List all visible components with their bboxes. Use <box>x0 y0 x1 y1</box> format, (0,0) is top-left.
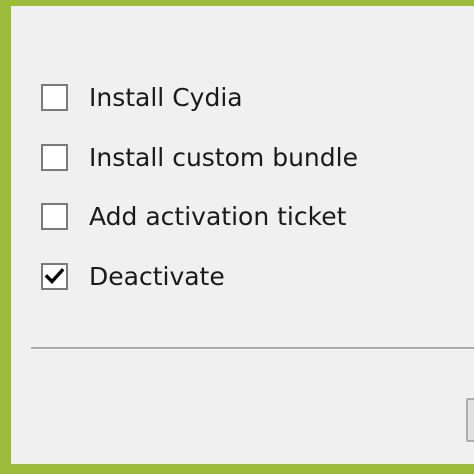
add-activation-ticket-checkbox[interactable] <box>41 202 68 230</box>
add-activation-ticket-label[interactable]: Add activation ticket <box>89 202 346 231</box>
install-custom-bundle-label[interactable]: Install custom bundle <box>89 143 358 172</box>
separator-line <box>31 347 474 350</box>
option-install-cydia[interactable]: Install Cydia <box>41 80 243 114</box>
install-cydia-checkbox[interactable] <box>41 83 68 111</box>
options-panel: Install Cydia Install custom bundle Add … <box>11 6 474 464</box>
option-add-activation-ticket[interactable]: Add activation ticket <box>41 199 346 233</box>
option-install-custom-bundle[interactable]: Install custom bundle <box>41 140 358 174</box>
install-cydia-label[interactable]: Install Cydia <box>89 83 243 112</box>
deactivate-label[interactable]: Deactivate <box>89 262 225 291</box>
option-deactivate[interactable]: Deactivate <box>41 259 225 293</box>
partial-button[interactable] <box>466 398 474 442</box>
deactivate-checkbox[interactable] <box>41 262 68 290</box>
install-custom-bundle-checkbox[interactable] <box>41 143 68 171</box>
checkmark-icon <box>44 267 65 284</box>
dialog-window: Install Cydia Install custom bundle Add … <box>0 0 474 474</box>
